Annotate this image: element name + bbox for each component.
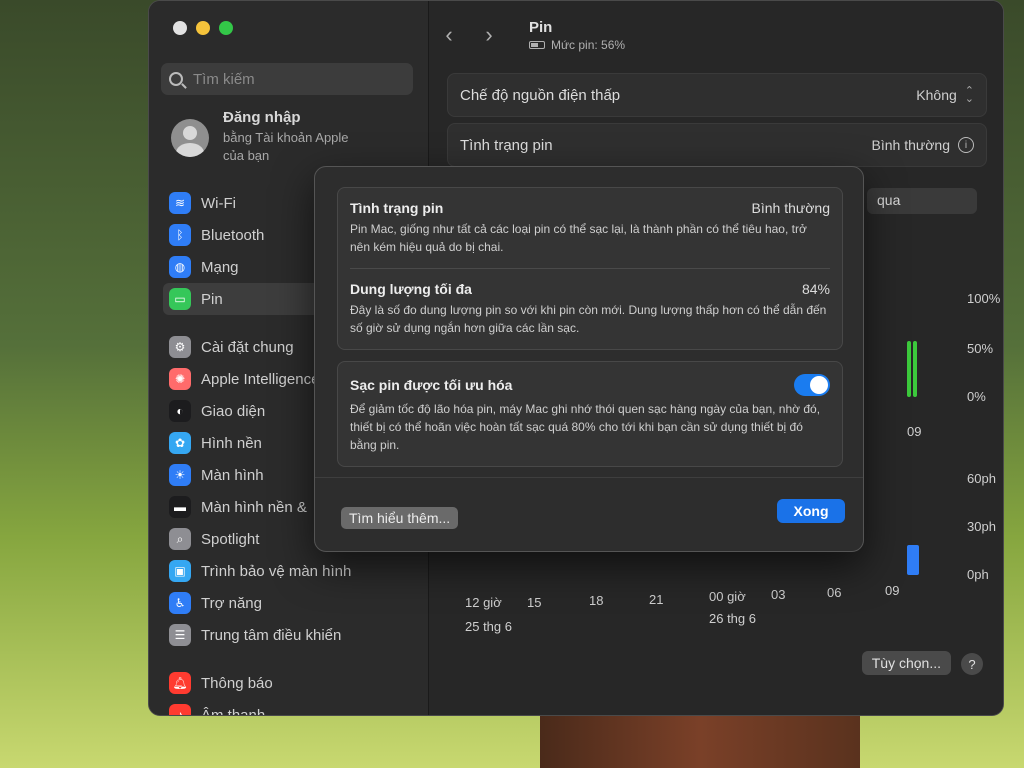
optimized-charging-title: Sạc pin được tối ưu hóa [350,377,513,393]
page-title: Pin [529,18,553,36]
info-icon[interactable]: i [958,137,974,153]
optimized-charging-description: Để giảm tốc độ lão hóa pin, máy Mac ghi … [350,402,821,452]
battery-health-value: Bình thường [871,137,951,153]
account-title: Đăng nhập [223,109,301,126]
optimized-charging-card: Sạc pin được tối ưu hóa Để giảm tốc độ l… [337,361,843,467]
appearance-icon: ◐ [169,400,191,422]
customize-button[interactable]: Tùy chọn... [861,651,951,675]
sidebar-item-accessibility[interactable]: ♿ Trợ năng [163,587,423,619]
battery-level-bar [907,341,911,397]
avatar [171,119,209,157]
chevron-updown-icon: ⌃ ⌄ [964,85,974,105]
gear-icon: ⚙ [169,336,191,358]
apple-account-signin[interactable]: Đăng nhập bằng Tài khoản Apple của bạn [171,109,349,165]
y-tick: 0ph [967,567,989,582]
close-button[interactable] [173,21,187,35]
x-tick: 18 [589,593,604,608]
search-placeholder: Tìm kiếm [193,70,255,88]
window-controls [173,21,233,35]
wallpaper-icon: ✿ [169,432,191,454]
battery-health-row: Tình trạng pin Bình thường i [447,123,987,167]
bluetooth-icon: ᛒ [169,224,191,246]
desktop-dock-icon: ▬ [169,496,191,518]
x-tick: 21 [649,592,664,607]
minimize-button[interactable] [196,21,210,35]
apple-intelligence-icon: ✺ [169,368,191,390]
spotlight-icon: ⌕ [169,528,191,550]
back-button[interactable]: ‹ [429,22,469,48]
battery-level-icon [529,40,545,49]
x-tick: 15 [527,595,542,610]
range-tab[interactable]: qua [867,188,977,214]
x-tick: 09 [907,424,922,439]
x-tick: 12 giờ [465,595,502,610]
usage-bar [907,545,919,575]
sidebar-item-control-center[interactable]: ☰ Trung tâm điều khiển [163,619,423,651]
battery-health-dialog: Tình trạng pin Bình thường Pin Mac, giốn… [314,166,864,552]
optimized-charging-toggle[interactable] [794,374,830,396]
date-label: 26 thg 6 [709,611,756,626]
zoom-button[interactable] [219,21,233,35]
x-tick: 03 [771,587,786,602]
capacity-value: 84% [801,281,830,297]
sound-icon: ♪ [169,704,191,715]
low-power-mode-row: Chế độ nguồn điện thấp Không ⌃ ⌄ [447,73,987,117]
x-tick: 06 [827,585,842,600]
battery-icon: ▭ [169,288,191,310]
sidebar-item-notifications[interactable]: 🔔︎ Thông báo [163,667,423,699]
help-button[interactable]: ? [961,653,983,675]
display-icon: ☀ [169,464,191,486]
low-power-mode-select[interactable]: Không ⌃ ⌄ [916,85,974,105]
toolbar: ‹ › Pin Mức pin: 56% [429,15,625,55]
capacity-title: Dung lượng tối đa [350,281,472,297]
y-tick: 30ph [967,519,996,534]
y-tick: 50% [967,341,994,356]
y-tick: 100% [967,291,1001,306]
health-value: Bình thường [751,200,831,216]
account-subtitle: bằng Tài khoản Apple của bạn [223,130,349,163]
accessibility-icon: ♿ [169,592,191,614]
health-title: Tình trạng pin [350,200,444,216]
sidebar-item-screensaver[interactable]: ▣ Trình bảo vệ màn hình [163,555,423,587]
capacity-description: Đây là số đo dung lượng pin so với khi p… [350,303,827,335]
learn-more-button[interactable]: Tìm hiểu thêm... [341,507,459,529]
done-button[interactable]: Xong [777,499,845,523]
notifications-icon: 🔔︎ [169,672,191,694]
low-power-mode-label: Chế độ nguồn điện thấp [460,86,621,104]
search-input[interactable]: Tìm kiếm [161,63,413,95]
battery-health-card: Tình trạng pin Bình thường Pin Mac, giốn… [337,187,843,350]
sidebar-item-sound[interactable]: ♪ Âm thanh [163,699,423,715]
battery-level-text: Mức pin: 56% [551,37,626,52]
battery-level-bar [913,341,917,397]
y-tick: 0% [967,389,986,404]
wifi-icon: ≋ [169,192,191,214]
x-tick: 00 giờ [709,589,746,604]
forward-button[interactable]: › [469,22,509,48]
control-center-icon: ☰ [169,624,191,646]
y-tick: 60ph [967,471,996,486]
health-description: Pin Mac, giống như tất cả các loại pin c… [350,222,807,254]
date-label: 25 thg 6 [465,619,512,634]
battery-health-label: Tình trạng pin [460,136,553,154]
x-tick: 09 [885,583,900,598]
search-icon [169,72,183,86]
screensaver-icon: ▣ [169,560,191,582]
globe-icon: ◍ [169,256,191,278]
